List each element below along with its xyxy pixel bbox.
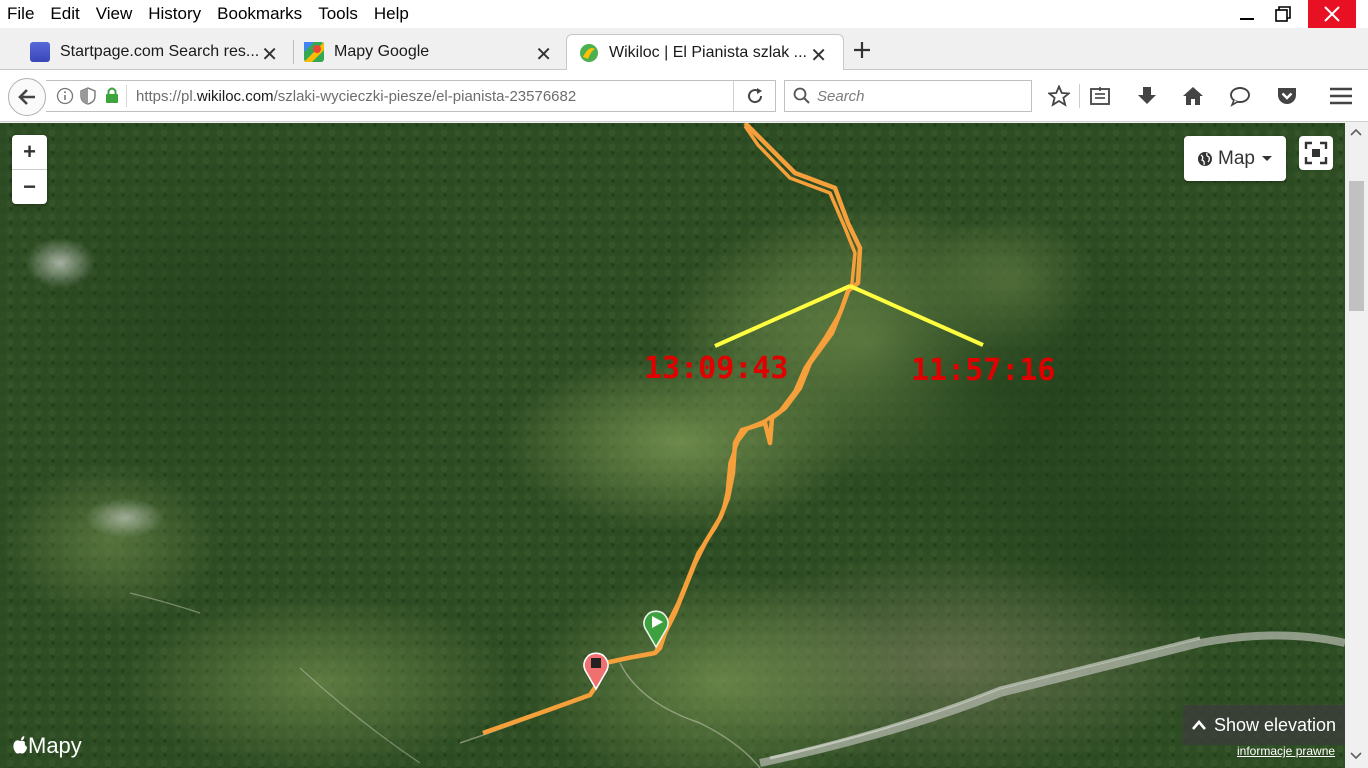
reload-icon [747,88,762,104]
reload-button[interactable] [733,81,775,111]
chat-bubble-icon[interactable] [1228,84,1252,108]
map-type-button[interactable]: Map [1184,136,1286,181]
reading-list-icon[interactable] [1088,84,1112,108]
globe-icon [1198,151,1213,166]
url-divider [126,85,127,107]
maps-logo-text: Mapy [28,733,82,758]
tracking-shield-icon[interactable] [80,87,96,110]
tab-close-icon[interactable]: ✕ [261,42,278,67]
pocket-icon[interactable] [1275,84,1299,108]
home-icon[interactable] [1181,84,1205,108]
tab-strip: Startpage.com Search res... ✕ Mapy Googl… [0,28,1368,71]
annotation-line-right [849,284,984,347]
scroll-up-arrow-icon[interactable] [1350,127,1362,139]
bookmark-star-icon[interactable] [1047,84,1071,108]
track-line [482,123,863,736]
restore-icon [1275,6,1291,22]
tab-title: Startpage.com Search res... [60,43,260,60]
tab-title: Mapy Google [334,43,430,60]
time-annotation-left: 13:09:43 [644,351,789,386]
menu-view[interactable]: View [88,0,141,28]
show-elevation-label: Show elevation [1213,714,1337,735]
restore-button[interactable] [1260,0,1306,28]
menu-help[interactable]: Help [366,0,417,28]
url-prefix: https://pl. [136,88,197,105]
toolbar-divider [1079,84,1080,108]
url-domain: wikiloc.com [196,88,274,105]
info-icon[interactable] [56,87,74,110]
search-placeholder: Search [817,88,865,105]
tab-title: Wikiloc | El Pianista szlak ... [609,44,807,61]
tab-close-icon[interactable]: ✕ [810,43,827,68]
tab-close-icon[interactable]: ✕ [535,42,552,67]
apple-maps-logo: Mapy [12,733,82,759]
url-path: /szlaki-wycieczki-piesze/el-pianista-235… [273,88,577,105]
back-button[interactable] [8,78,46,116]
tab-wikiloc[interactable]: Wikiloc | El Pianista szlak ... ✕ [566,34,844,71]
menu-file[interactable]: File [0,0,42,28]
legal-link[interactable]: informacje prawne [1237,744,1335,758]
url-text[interactable]: https://pl.wikiloc.com/szlaki-wycieczki-… [136,88,576,105]
menu-history[interactable]: History [140,0,209,28]
caret-down-icon [1261,155,1272,161]
zoom-out-button[interactable]: − [12,169,47,203]
page-scrollbar[interactable] [1345,123,1368,768]
plus-icon [854,42,870,58]
scroll-down-arrow-icon[interactable] [1350,751,1362,763]
close-window-button[interactable] [1308,0,1356,28]
zoom-in-button[interactable]: + [12,135,47,169]
search-icon [793,87,811,110]
close-icon [1324,6,1340,22]
fullscreen-icon [1304,141,1328,165]
time-annotation-right: 11:57:16 [911,353,1056,388]
menu-tools[interactable]: Tools [310,0,366,28]
scrollbar-thumb[interactable] [1349,181,1364,311]
new-tab-button[interactable] [852,36,872,67]
apple-logo-icon [13,736,27,754]
show-elevation-button[interactable]: Show elevation [1183,705,1345,745]
wikiloc-icon [579,43,599,63]
google-maps-icon [304,42,324,62]
minimize-icon [1240,18,1254,20]
track-overlay [482,123,984,736]
map-type-label: Map [1218,147,1255,169]
back-arrow-icon [18,89,35,105]
menu-bookmarks[interactable]: Bookmarks [209,0,310,28]
tab-google-maps[interactable]: Mapy Google ✕ [304,34,564,70]
map-view[interactable]: 13:09:43 11:57:16 + − Map Show elevation… [0,123,1345,768]
startpage-icon [30,42,50,62]
menu-edit[interactable]: Edit [42,0,87,28]
lock-icon[interactable] [104,86,120,109]
navigation-toolbar: https://pl.wikiloc.com/szlaki-wycieczki-… [0,70,1368,122]
tab-separator [293,40,294,64]
chevron-up-icon [1191,720,1206,730]
hamburger-menu-icon[interactable] [1329,84,1353,108]
track-line-return [653,125,857,654]
search-bar[interactable]: Search [784,80,1032,112]
download-icon[interactable] [1135,84,1159,108]
fullscreen-button[interactable] [1299,136,1333,170]
zoom-control: + − [12,135,47,204]
end-marker-icon [583,652,609,691]
tab-startpage[interactable]: Startpage.com Search res... ✕ [30,34,290,70]
menu-bar: File Edit View History Bookmarks Tools H… [0,0,1368,28]
url-bar[interactable]: https://pl.wikiloc.com/szlaki-wycieczki-… [46,80,776,112]
